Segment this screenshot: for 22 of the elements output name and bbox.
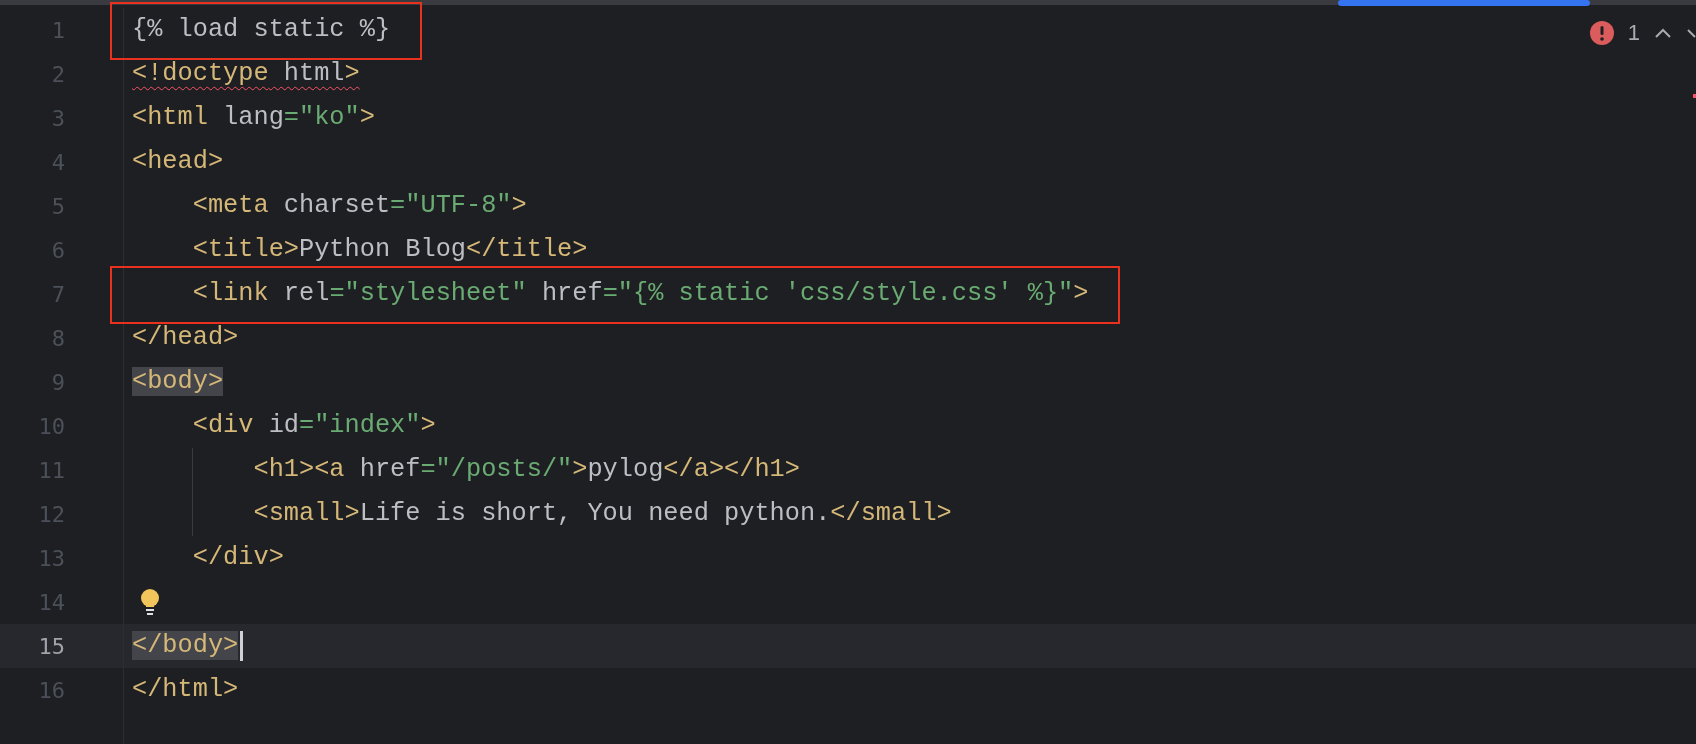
- code-line: </html>: [132, 674, 239, 706]
- code-line: <html lang="ko">: [132, 102, 375, 134]
- scroll-thumb[interactable]: [1338, 0, 1590, 6]
- error-icon[interactable]: [1589, 21, 1614, 45]
- code-line: </head>: [132, 322, 239, 354]
- chevron-up-icon[interactable]: [1654, 27, 1672, 39]
- code-line: <meta charset="UTF-8">: [191, 190, 527, 222]
- lightbulb-icon[interactable]: [140, 588, 160, 616]
- chevron-down-icon[interactable]: [1686, 27, 1696, 39]
- code-line: <small>Life is short, You need python.</small>: [252, 498, 952, 530]
- code-line: <!doctype html>: [132, 58, 360, 90]
- code-line: <head>: [132, 146, 224, 178]
- code-line: <h1><a href="/posts/">pylog</a></h1>: [252, 454, 800, 486]
- error-stripe-mark: [1693, 94, 1696, 98]
- code-line: {% load static %}: [132, 14, 391, 46]
- line-number: 15: [38, 633, 65, 659]
- code-line: </div>: [191, 542, 284, 574]
- code-line: <title>Python Blog</title>: [191, 234, 588, 266]
- error-count: 1: [1627, 20, 1640, 46]
- text-caret: [240, 631, 244, 661]
- code-line: <div id="index">: [191, 410, 436, 442]
- code-line: <link rel="stylesheet" href="{% static 'css/style.css' %}">: [191, 278, 1089, 310]
